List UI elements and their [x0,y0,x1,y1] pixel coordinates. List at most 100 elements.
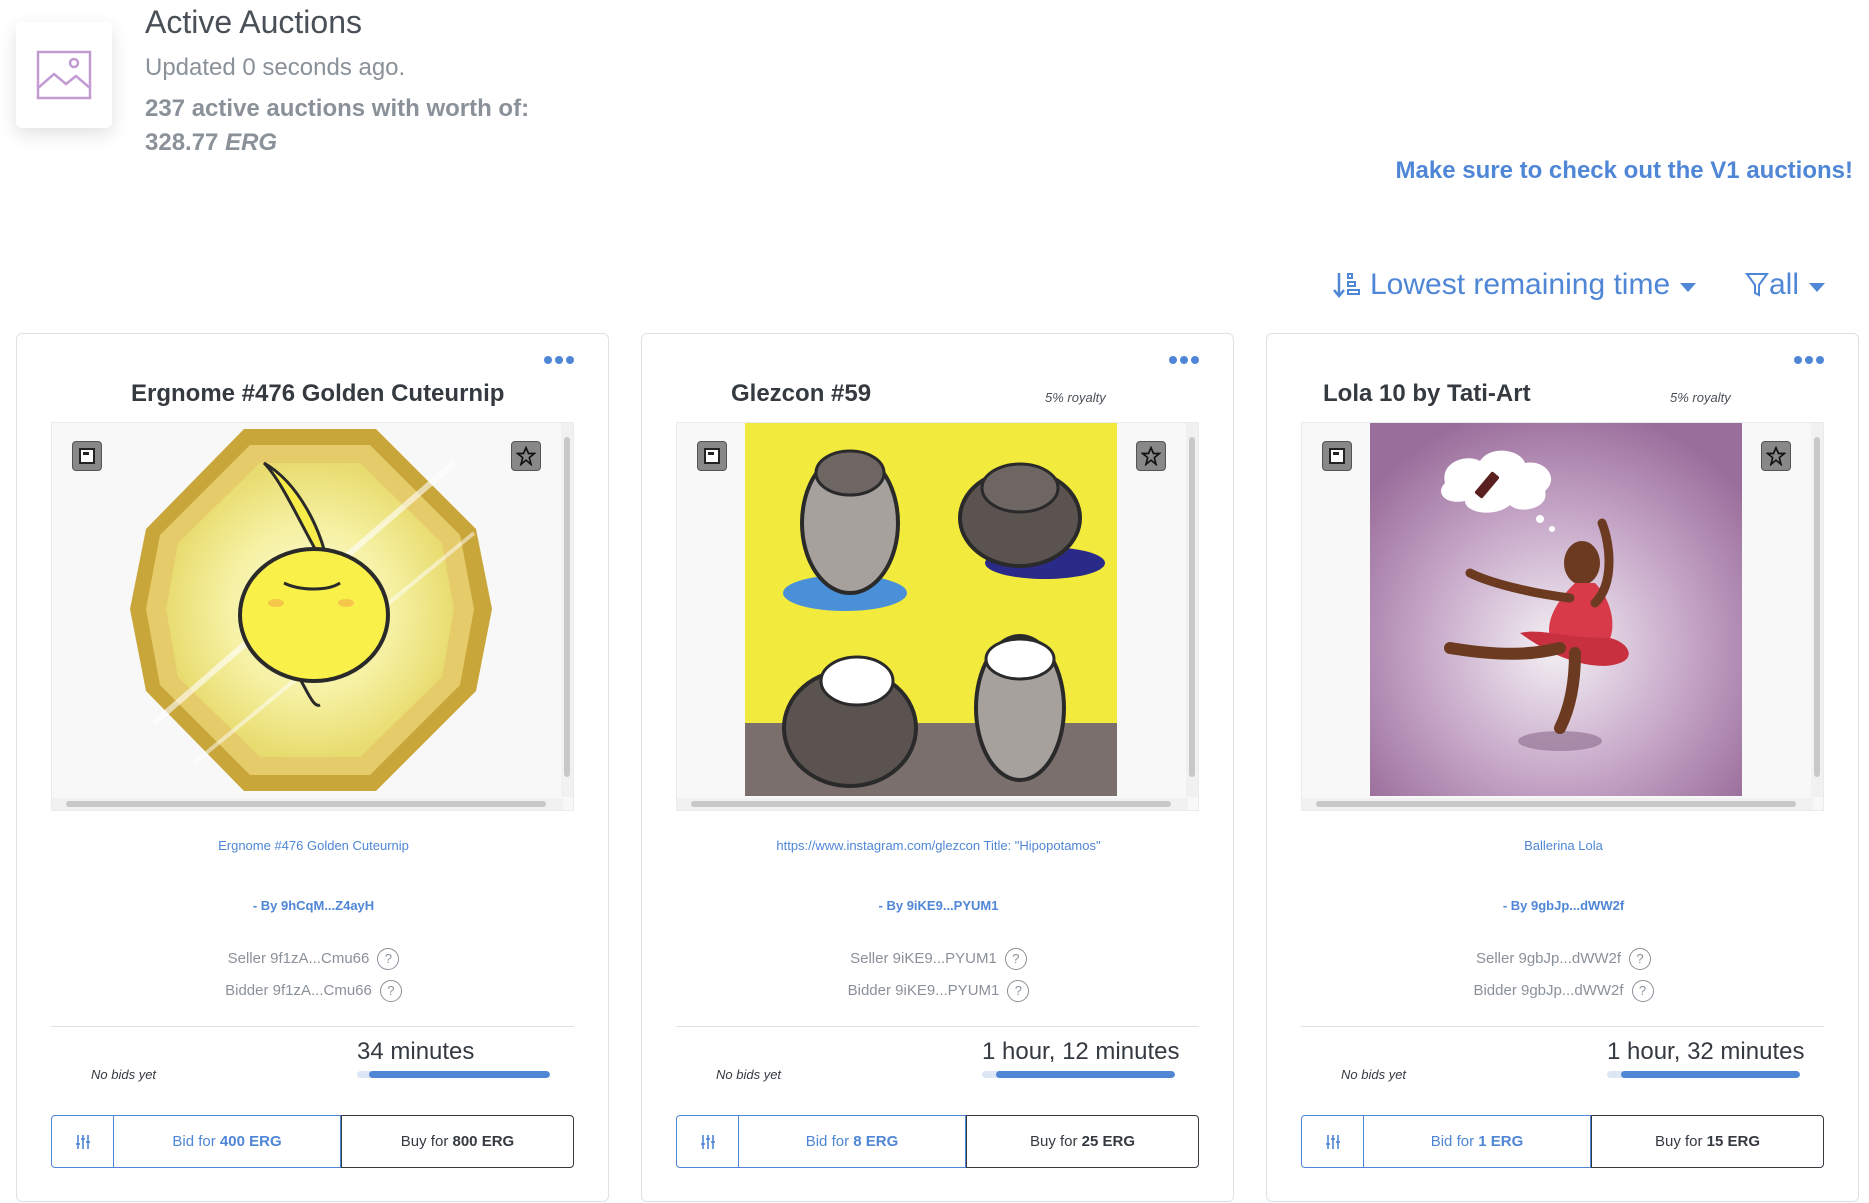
vertical-scrollbar[interactable] [1811,423,1823,797]
bid-label: Bid for [1430,1133,1475,1150]
bid-amount: 8 ERG [853,1133,899,1150]
image-view-icon[interactable] [697,441,727,471]
bidder-address[interactable]: Bidder 9f1zA...Cmu66 [225,982,372,999]
buy-amount: 800 ERG [452,1133,515,1150]
vertical-scrollbar[interactable] [1186,423,1198,797]
bid-amount: 1 ERG [1478,1133,1524,1150]
bidder-address[interactable]: Bidder 9gbJp...dWW2f [1473,982,1623,999]
bids-status: No bids yet [91,1067,157,1082]
auction-card: Lola 10 by Tati-Art 5% royalty Ballerina… [1266,333,1859,1202]
artist-link[interactable]: - By 9iKE9...PYUM1 [642,898,1235,913]
card-title: Ergnome #476 Golden Cuteurnip [131,380,505,407]
artist-link[interactable]: - By 9gbJp...dWW2f [1267,898,1860,913]
bid-button[interactable]: Bid for 1 ERG [1364,1115,1591,1168]
buy-label: Buy for [400,1133,449,1150]
filter-dropdown[interactable]: all [1745,265,1826,305]
remaining-time: 1 hour, 12 minutes [982,1038,1180,1065]
card-title: Glezcon #59 [731,380,872,407]
buy-amount: 15 ERG [1706,1133,1761,1150]
chevron-down-icon [1680,282,1697,292]
artwork-image [745,423,1117,796]
buy-label: Buy for [1029,1133,1078,1150]
horizontal-scrollbar[interactable] [52,798,563,810]
filter-icon [1745,271,1769,299]
favorite-star-icon[interactable] [1761,441,1791,471]
royalty-label: 5% royalty [1670,390,1731,405]
settings-button[interactable] [676,1115,739,1168]
auction-actions: Bid for 1 ERG Buy for 15 ERG [1301,1115,1824,1168]
remaining-time: 1 hour, 32 minutes [1607,1038,1805,1065]
remaining-time-bar [357,1071,550,1078]
more-options-icon[interactable] [1794,356,1824,364]
buy-amount: 25 ERG [1081,1133,1136,1150]
settings-button[interactable] [1301,1115,1364,1168]
seller-address[interactable]: Seller 9f1zA...Cmu66 [228,950,370,967]
more-options-icon[interactable] [1169,356,1199,364]
seller-info: Seller 9gbJp...dWW2f? [1267,948,1860,970]
page-header: Active Auctions Updated 0 seconds ago. 2… [0,0,1869,240]
sort-dropdown[interactable]: Lowest remaining time [1332,265,1697,305]
bid-button[interactable]: Bid for 8 ERG [739,1115,966,1168]
help-icon[interactable]: ? [1007,980,1030,1002]
help-icon[interactable]: ? [377,948,400,970]
divider [1301,1026,1824,1027]
image-view-icon[interactable] [72,441,102,471]
filter-label: all [1769,268,1800,301]
buy-button[interactable]: Buy for 800 ERG [341,1115,574,1168]
image-placeholder-icon [16,22,112,128]
updated-status: Updated 0 seconds ago. [145,54,406,81]
artwork-image [124,423,496,796]
divider [676,1026,1199,1027]
auction-actions: Bid for 8 ERG Buy for 25 ERG [676,1115,1199,1168]
image-view-icon[interactable] [1322,441,1352,471]
summary-unit: ERG [225,129,278,156]
divider [51,1026,574,1027]
favorite-star-icon[interactable] [1136,441,1166,471]
buy-button[interactable]: Buy for 15 ERG [1591,1115,1824,1168]
sort-label: Lowest remaining time [1370,268,1671,301]
horizontal-scrollbar[interactable] [1302,798,1813,810]
auction-card: Glezcon #59 5% royalty https://www.insta… [641,333,1234,1202]
bid-label: Bid for [172,1133,216,1150]
auction-actions: Bid for 400 ERG Buy for 800 ERG [51,1115,574,1168]
artwork-viewer[interactable] [51,422,574,811]
page-title: Active Auctions [145,4,362,40]
bids-status: No bids yet [1341,1067,1407,1082]
favorite-star-icon[interactable] [511,441,541,471]
buy-button[interactable]: Buy for 25 ERG [966,1115,1199,1168]
help-icon[interactable]: ? [1004,948,1027,970]
artist-link[interactable]: - By 9hCqM...Z4ayH [17,898,610,913]
remaining-time-bar [982,1071,1175,1078]
artwork-description-link[interactable]: Ergnome #476 Golden Cuteurnip [17,838,610,853]
settings-button[interactable] [51,1115,114,1168]
bidder-address[interactable]: Bidder 9iKE9...PYUM1 [848,982,1000,999]
seller-address[interactable]: Seller 9gbJp...dWW2f [1476,950,1621,967]
help-icon[interactable]: ? [379,980,402,1002]
remaining-time-fill [1620,1071,1800,1078]
sliders-icon [700,1134,715,1149]
artwork-viewer[interactable] [676,422,1199,811]
seller-info: Seller 9f1zA...Cmu66? [17,948,610,970]
v1-auctions-link[interactable]: Make sure to check out the V1 auctions! [1396,157,1853,185]
help-icon[interactable]: ? [1631,980,1654,1002]
vertical-scrollbar[interactable] [561,423,573,797]
sliders-icon [75,1134,90,1149]
artwork-viewer[interactable] [1301,422,1824,811]
auction-card: Ergnome #476 Golden Cuteurnip Ergnome #4… [16,333,609,1202]
auctions-summary: 237 active auctions with worth of: 328.7… [145,92,529,160]
summary-amount: 328.77 [145,129,219,156]
royalty-label: 5% royalty [1045,390,1106,405]
summary-count: 237 active auctions with worth of: [145,95,530,122]
bid-button[interactable]: Bid for 400 ERG [114,1115,341,1168]
more-options-icon[interactable] [544,356,574,364]
bidder-info: Bidder 9iKE9...PYUM1? [642,980,1235,1002]
bid-label: Bid for [805,1133,850,1150]
artwork-description-link[interactable]: Ballerina Lola [1267,838,1860,853]
help-icon[interactable]: ? [1629,948,1652,970]
bidder-info: Bidder 9gbJp...dWW2f? [1267,980,1860,1002]
seller-info: Seller 9iKE9...PYUM1? [642,948,1235,970]
seller-address[interactable]: Seller 9iKE9...PYUM1 [850,950,997,967]
artwork-description-link[interactable]: https://www.instagram.com/glezcon Title:… [642,838,1235,853]
remaining-time-fill [995,1071,1175,1078]
horizontal-scrollbar[interactable] [677,798,1188,810]
